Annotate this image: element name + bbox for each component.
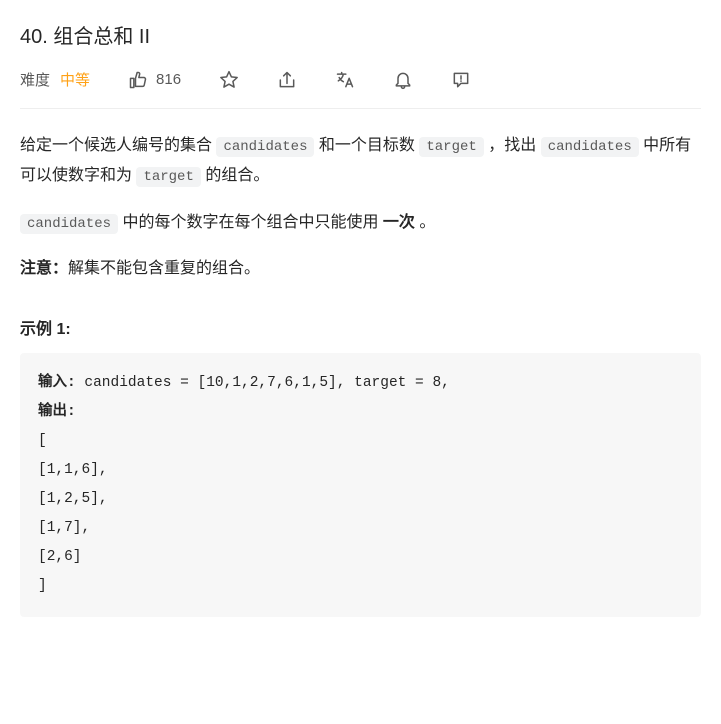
- translate-icon: [335, 70, 355, 90]
- code-inline: candidates: [20, 214, 118, 234]
- problem-title: 40. 组合总和 II: [20, 20, 701, 49]
- difficulty-label: 难度: [20, 69, 50, 90]
- like-count: 816: [156, 71, 181, 88]
- feedback-icon: [451, 70, 471, 90]
- code-inline: candidates: [541, 137, 639, 157]
- notification-button[interactable]: [393, 70, 413, 90]
- code-inline: target: [419, 137, 483, 157]
- description-p1: 给定一个候选人编号的集合 candidates 和一个目标数 target ，找…: [20, 131, 701, 192]
- text-strong: 一次: [383, 214, 415, 231]
- input-label: 输入:: [38, 375, 84, 391]
- text: ，找出: [484, 137, 541, 154]
- favorite-button[interactable]: [219, 70, 239, 90]
- star-icon: [219, 70, 239, 90]
- difficulty-value: 中等: [60, 69, 90, 90]
- example-code-block: 输入: candidates = [10,1,2,7,6,1,5], targe…: [20, 353, 701, 617]
- code-inline: candidates: [216, 137, 314, 157]
- example-title: 示例 1:: [20, 315, 701, 339]
- bell-icon: [393, 70, 413, 90]
- translate-button[interactable]: [335, 70, 355, 90]
- text: 的组合。: [201, 167, 269, 184]
- description-p3: 注意：解集不能包含重复的组合。: [20, 254, 701, 284]
- text: 。: [415, 214, 435, 231]
- difficulty-group: 难度 中等: [20, 69, 90, 90]
- text: 和一个目标数: [314, 137, 419, 154]
- input-value: candidates = [10,1,2,7,6,1,5], target = …: [84, 375, 449, 391]
- output-value: [ [1,1,6], [1,2,5], [1,7], [2,6] ]: [38, 433, 108, 594]
- description-p2: candidates 中的每个数字在每个组合中只能使用 一次 。: [20, 208, 701, 238]
- output-label: 输出:: [38, 404, 76, 420]
- feedback-button[interactable]: [451, 70, 471, 90]
- text-strong: 注意：: [20, 260, 68, 277]
- share-button[interactable]: [277, 70, 297, 90]
- thumbs-up-icon: [128, 70, 148, 90]
- code-inline: target: [136, 167, 200, 187]
- text: 中的每个数字在每个组合中只能使用: [118, 214, 383, 231]
- text: 解集不能包含重复的组合。: [68, 260, 260, 277]
- problem-description: 给定一个候选人编号的集合 candidates 和一个目标数 target ，找…: [20, 131, 701, 285]
- meta-row: 难度 中等 816: [20, 69, 701, 109]
- text: 给定一个候选人编号的集合: [20, 137, 216, 154]
- like-button[interactable]: 816: [128, 70, 181, 90]
- share-icon: [277, 70, 297, 90]
